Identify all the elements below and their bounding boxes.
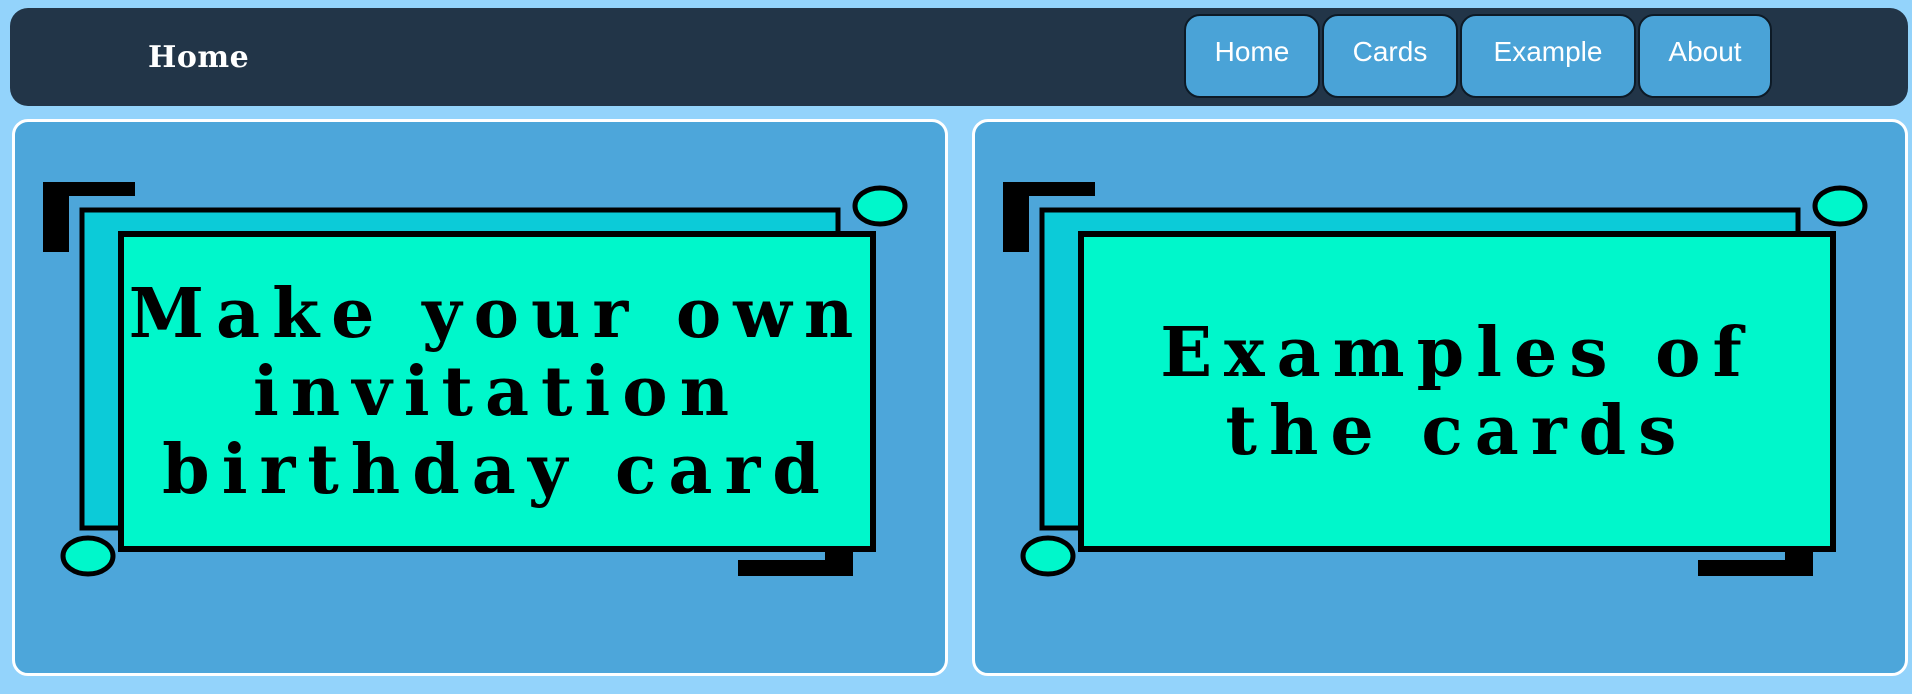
make-card-title: Make your own invitation birthday card — [128, 273, 866, 510]
nav-example-button[interactable]: Example — [1460, 14, 1636, 98]
examples-card-title: Examples of the cards — [1160, 312, 1754, 471]
nav-cards-button[interactable]: Cards — [1322, 14, 1458, 98]
brand-title[interactable]: Home — [148, 40, 249, 75]
make-card-tile[interactable]: Make your own invitation birthday card — [12, 119, 948, 676]
nav-about-button[interactable]: About — [1638, 14, 1772, 98]
nav-home-button[interactable]: Home — [1184, 14, 1320, 98]
navbar: Home Home Cards Example About — [10, 8, 1908, 106]
examples-card-tile[interactable]: Examples of the cards — [972, 119, 1908, 676]
